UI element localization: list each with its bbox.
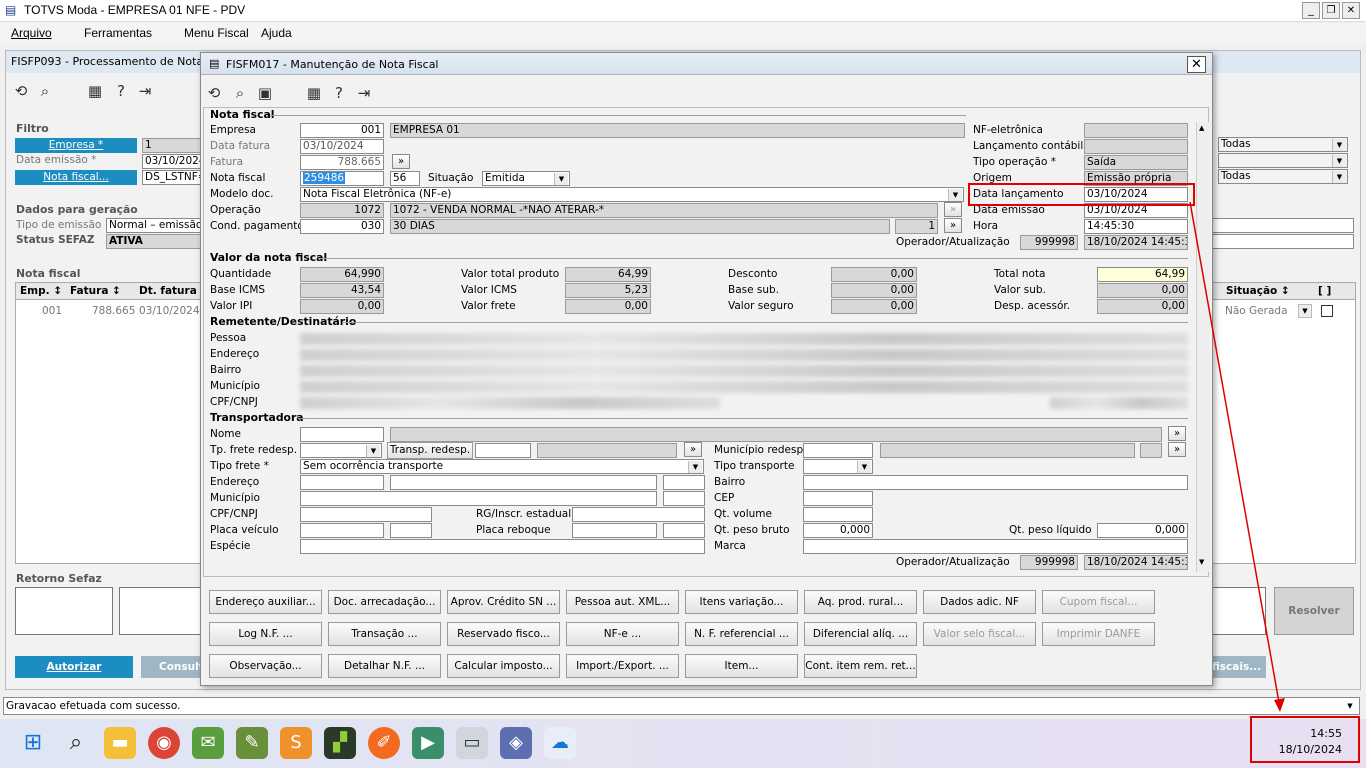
annotation-arrow-head <box>1274 698 1285 712</box>
annotation-arrow-line <box>1189 201 1281 709</box>
annotation-arrow <box>1189 201 1285 712</box>
